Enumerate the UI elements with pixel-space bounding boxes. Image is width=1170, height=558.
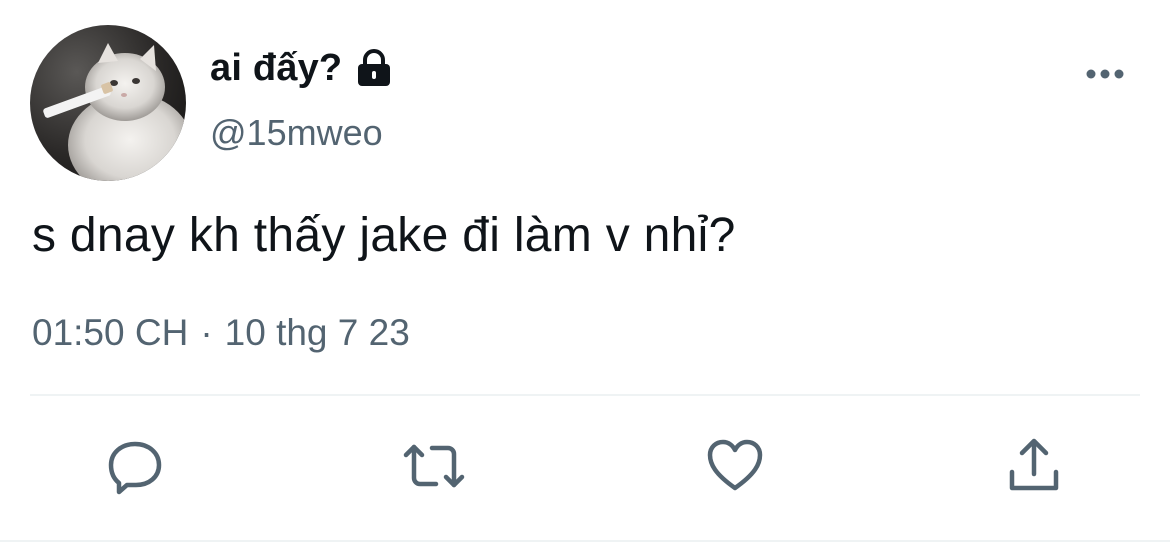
lock-icon xyxy=(354,48,394,88)
display-name[interactable]: ai đấy? xyxy=(210,47,342,90)
display-name-row: ai đấy? xyxy=(210,44,394,92)
avatar[interactable] xyxy=(30,25,186,181)
more-icon[interactable] xyxy=(1082,58,1128,90)
retweet-icon xyxy=(403,444,465,488)
tweet-date: 10 thg 7 23 xyxy=(224,312,410,353)
bottom-divider xyxy=(0,540,1170,542)
reply-button[interactable] xyxy=(101,432,169,500)
like-button[interactable] xyxy=(701,432,769,500)
heart-icon xyxy=(707,439,763,491)
reply-icon xyxy=(108,441,162,495)
tweet-text: s dnay kh thấy jake đi làm v nhỉ? xyxy=(32,209,736,262)
retweet-button[interactable] xyxy=(400,432,468,500)
tweet-time: 01:50 CH xyxy=(32,312,189,353)
handle[interactable]: @15mweo xyxy=(210,112,383,154)
tweet-detail: ai đấy? @15mweo s dnay kh thấy jake đi l… xyxy=(0,0,1170,558)
share-icon xyxy=(1009,438,1059,491)
avatar-image xyxy=(30,25,186,181)
share-button[interactable] xyxy=(1000,432,1068,500)
divider xyxy=(30,394,1140,396)
meta-separator: · xyxy=(200,312,213,353)
tweet-timestamp[interactable]: 01:50 CH · 10 thg 7 23 xyxy=(32,312,410,354)
